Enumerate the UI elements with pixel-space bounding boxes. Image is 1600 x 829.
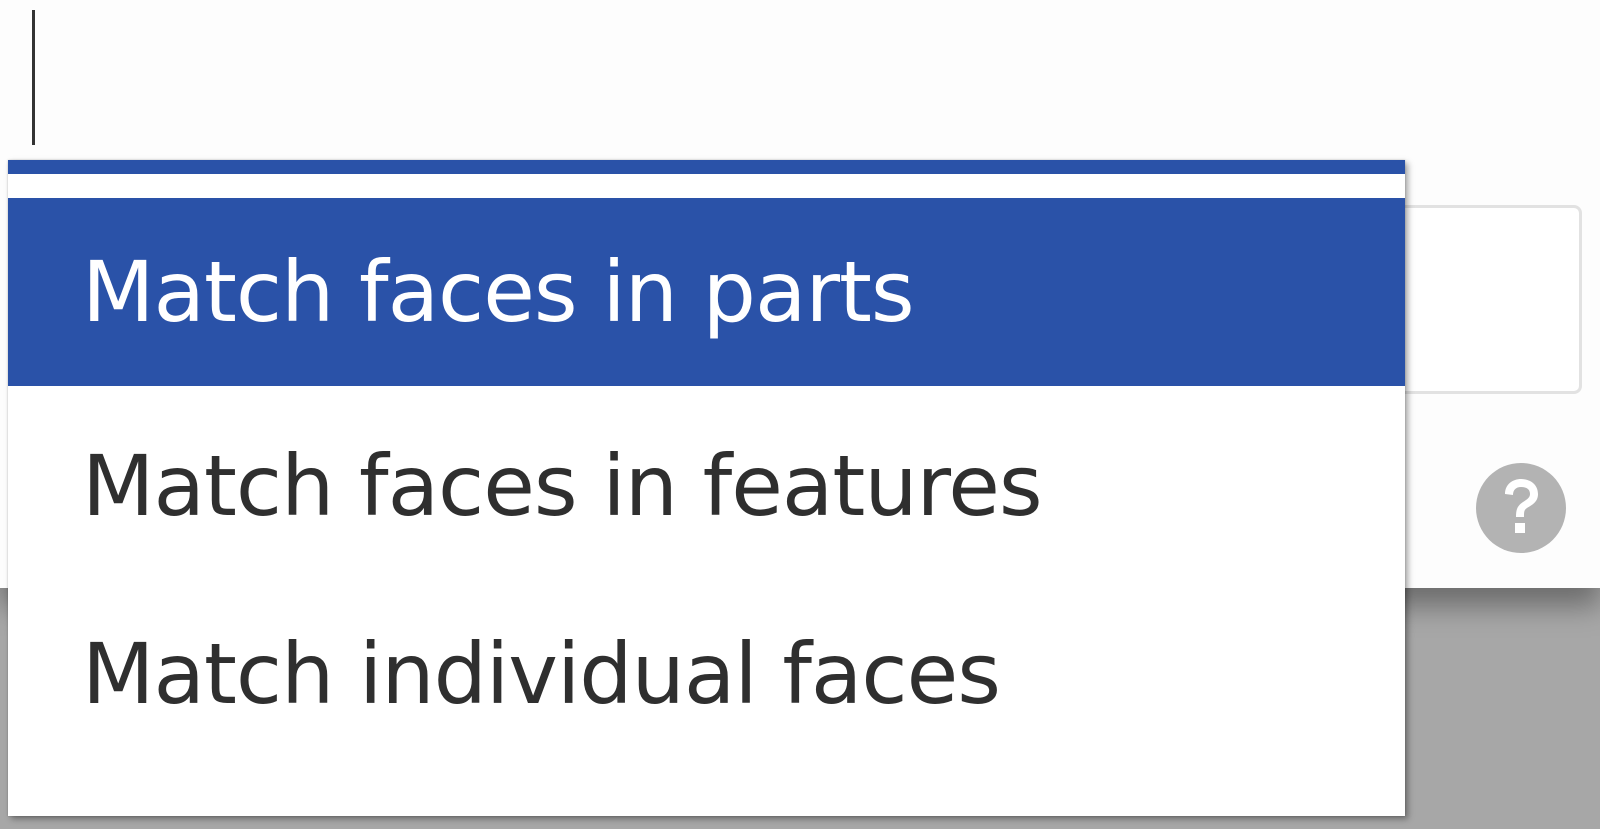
value-input-box[interactable] <box>1380 205 1582 394</box>
screen: Match faces in parts Match faces in feat… <box>0 0 1600 829</box>
question-mark-icon <box>1505 479 1538 533</box>
text-input-caret <box>32 10 35 145</box>
option-match-individual-faces[interactable]: Match individual faces <box>8 580 1405 768</box>
option-match-faces-in-parts[interactable]: Match faces in parts <box>8 198 1405 386</box>
option-match-faces-in-features[interactable]: Match faces in features <box>8 392 1405 580</box>
help-icon[interactable] <box>1476 463 1566 553</box>
